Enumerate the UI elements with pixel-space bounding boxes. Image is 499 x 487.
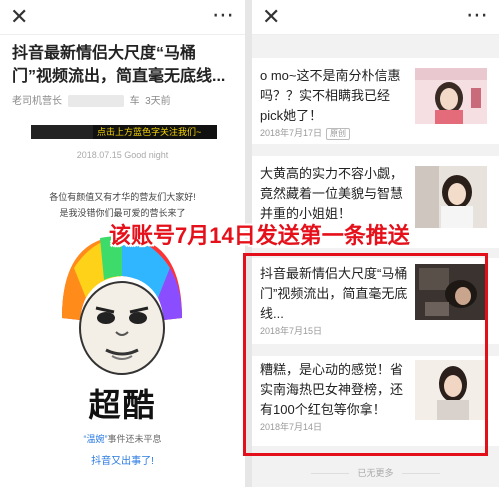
article-topbar: ✕ ⋯	[0, 0, 245, 35]
history-topbar: ✕ ⋯	[252, 0, 499, 35]
card-date: 2018年7月17日	[260, 128, 323, 138]
event-rest: 事件还未平息	[107, 434, 162, 444]
event-highlight[interactable]: “温婉”	[83, 434, 107, 444]
history-card[interactable]: o mo~这不是南分朴信惠吗？？实不相瞒我已经pick她了！ 2018年7月17…	[252, 58, 499, 144]
original-tag: 原创	[326, 128, 351, 140]
follow-banner-text: 点击上方蓝色字关注我们~	[97, 127, 202, 137]
card-thumbnail[interactable]	[415, 166, 487, 228]
follow-banner-logo	[31, 125, 93, 139]
follow-banner[interactable]: 点击上方蓝色字关注我们~	[31, 125, 217, 139]
card-thumbnail[interactable]	[415, 68, 487, 124]
annotation-banner: 该账号7月14日发送第一条推送	[109, 223, 410, 248]
card-title[interactable]: 大黄高的实力不容小觑，竟然藏着一位美貌与智慧并重的小姐姐！	[260, 164, 410, 224]
meme-caption: 超酷	[88, 387, 157, 423]
rainbow-helmet-meme-image	[62, 236, 182, 375]
close-icon[interactable]: ✕	[10, 4, 28, 30]
date-line: 2018.07.15 Good night	[76, 150, 169, 160]
article-time: 3天前	[145, 96, 171, 107]
close-icon[interactable]: ✕	[262, 4, 280, 30]
girl-portrait-image	[415, 68, 487, 124]
event-line: “温婉”事件还未平息	[0, 432, 245, 445]
girl-portrait-image	[415, 166, 487, 228]
more-icon[interactable]: ⋯	[212, 2, 235, 28]
highlight-box	[243, 253, 488, 456]
article-title: 抖音最新情侣大尺度“马桶门”视频流出，简直毫无底线...	[12, 45, 226, 85]
greeting-line-1: 各位有颜值又有才华的营友们大家好!	[49, 192, 196, 202]
author-name[interactable]: 老司机营长	[12, 96, 62, 107]
blurred-account-name	[67, 95, 124, 108]
card-title[interactable]: o mo~这不是南分朴信惠吗？？实不相瞒我已经pick她了！	[260, 66, 410, 126]
more-icon[interactable]: ⋯	[466, 2, 489, 28]
article-meta: 老司机营长 车 3天前	[12, 92, 171, 108]
card-date-row: 2018年7月17日 原创	[260, 126, 351, 140]
author-suffix: 车	[129, 96, 140, 107]
event-line-2[interactable]: 抖音又出事了!	[0, 452, 245, 467]
no-more-indicator: 已无更多	[252, 466, 499, 479]
